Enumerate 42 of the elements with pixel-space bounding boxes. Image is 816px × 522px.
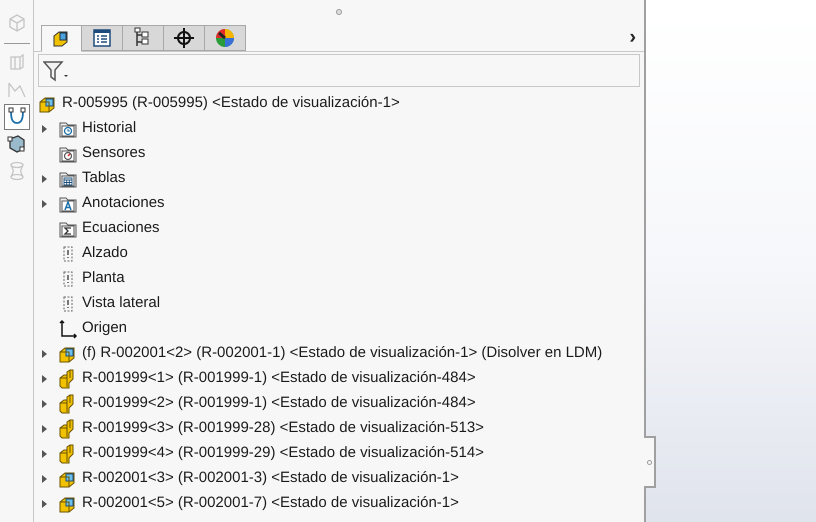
tree-item-label[interactable]: Vista lateral: [82, 292, 160, 315]
expand-arrow-icon[interactable]: [42, 500, 48, 508]
panel-tab[interactable]: [164, 25, 205, 51]
expand-arrow-icon[interactable]: [42, 400, 48, 408]
tree-item-label[interactable]: R-005995 (R-005995) <Estado de visualización-1>: [62, 92, 400, 115]
tree-item-label[interactable]: Planta: [82, 267, 125, 290]
expand-arrow-icon[interactable]: [42, 424, 48, 432]
tree-item-label[interactable]: R-001999<3> (R-001999-28) <Estado de visualización-513>: [82, 417, 484, 440]
expand-arrow-icon[interactable]: [42, 450, 48, 458]
toolbar-button[interactable]: [4, 104, 30, 130]
color-wheel-icon: [214, 27, 236, 49]
filter-icon[interactable]: [43, 60, 69, 82]
panel-tab[interactable]: [82, 25, 123, 51]
tree-item-label[interactable]: Ecuaciones: [82, 217, 160, 240]
crosshair-icon: [173, 27, 195, 49]
drag-handle-icon[interactable]: [336, 9, 342, 15]
tree-item-label[interactable]: R-002001<3> (R-002001-3) <Estado de visualización-1>: [82, 467, 459, 490]
expand-arrow-icon[interactable]: [42, 350, 48, 358]
panel-tab[interactable]: [123, 25, 164, 51]
tree-item-label[interactable]: R-001999<1> (R-001999-1) <Estado de visualización-484>: [82, 367, 476, 390]
tree-item-label[interactable]: Origen: [82, 317, 128, 340]
expand-arrow-icon[interactable]: [42, 124, 48, 132]
property-list-icon: [91, 27, 113, 49]
tree-item-label[interactable]: R-001999<4> (R-001999-29) <Estado de visualización-514>: [82, 442, 484, 465]
expand-arrow-icon[interactable]: [42, 474, 48, 482]
expand-arrow-icon[interactable]: [42, 374, 48, 382]
origin-axes-icon: [58, 318, 78, 338]
scroll-right-button[interactable]: ›: [629, 27, 636, 51]
tree-item-label[interactable]: Sensores: [82, 142, 146, 165]
tree-item-label[interactable]: Anotaciones: [82, 192, 165, 215]
tree-item-label[interactable]: (f) R-002001<2> (R-002001-1) <Estado de visualización-1> (Disolver en LDM): [82, 342, 602, 365]
expand-arrow-icon[interactable]: [42, 174, 48, 182]
tree-item-label[interactable]: R-002001<5> (R-002001-7) <Estado de visualización-1>: [82, 492, 459, 515]
panel-tab[interactable]: [205, 25, 246, 51]
collapse-handle[interactable]: [644, 436, 656, 488]
tree-item-label[interactable]: Historial: [82, 117, 136, 140]
panel-tab[interactable]: [41, 25, 82, 52]
tree-item-label[interactable]: Alzado: [82, 242, 128, 265]
surface-icon: [6, 133, 28, 155]
tree-item-label[interactable]: Tablas: [82, 167, 126, 190]
tree-item-label[interactable]: R-001999<2> (R-001999-1) <Estado de visualización-484>: [82, 392, 476, 415]
expand-arrow-icon[interactable]: [42, 200, 48, 208]
